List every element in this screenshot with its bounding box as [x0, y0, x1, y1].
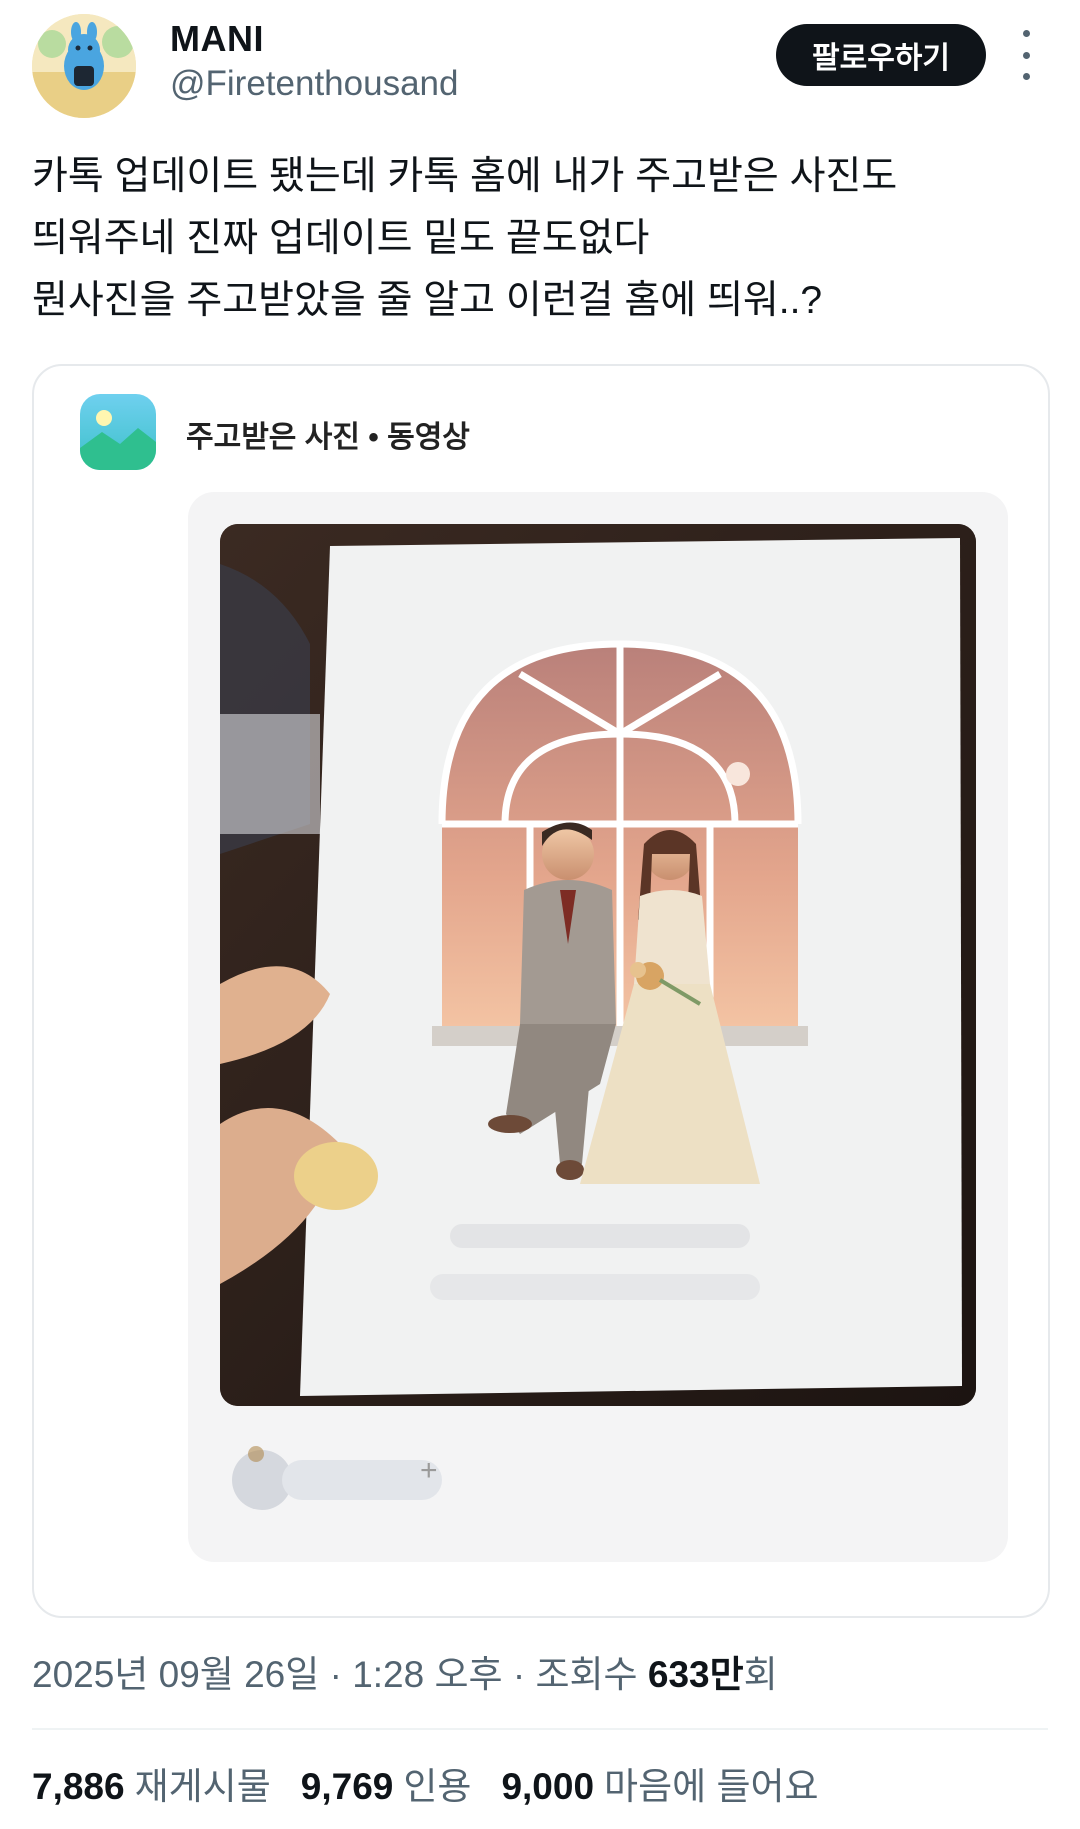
meta-separator: · — [319, 1654, 353, 1695]
sender-plus-text: + — [420, 1454, 438, 1487]
photo-message-bubble[interactable]: + — [188, 492, 1008, 1562]
tweet-time[interactable]: 1:28 오후 — [352, 1654, 502, 1695]
likes-label: 마음에 들어요 — [604, 1766, 819, 1807]
avatar[interactable] — [32, 14, 136, 118]
gallery-app-icon — [80, 394, 156, 470]
views-count: 633만 — [647, 1654, 744, 1695]
meta-separator: · — [502, 1654, 536, 1695]
views-prefix: 조회수 — [535, 1654, 648, 1695]
card-title: 주고받은 사진 • 동영상 — [186, 421, 470, 454]
likes-stat[interactable]: 9,000 마음에 들어요 — [501, 1756, 818, 1810]
quotes-count: 9,769 — [300, 1766, 394, 1807]
likes-count: 9,000 — [501, 1766, 595, 1807]
media-card[interactable]: 주고받은 사진 • 동영상 + — [32, 364, 1050, 1618]
more-vertical-icon[interactable] — [1012, 30, 1040, 80]
reposts-stat[interactable]: 7,886 재게시물 — [32, 1756, 271, 1810]
author-handle[interactable]: @Firetenthousand — [170, 64, 458, 104]
reposts-count: 7,886 — [32, 1766, 125, 1807]
cartoon-avatar-icon — [32, 14, 136, 118]
views-suffix: 회 — [743, 1654, 778, 1695]
tweet-line: 카톡 업데이트 됐는데 카톡 홈에 내가 주고받은 사진도 — [32, 155, 898, 198]
tweet-text: 카톡 업데이트 됐는데 카톡 홈에 내가 주고받은 사진도 띄워주네 진짜 업데… — [32, 146, 1042, 332]
tweet-line: 띄워주네 진짜 업데이트 밑도 끝도없다 — [32, 217, 650, 260]
quotes-label: 인용 — [403, 1766, 472, 1807]
tweet-date[interactable]: 2025년 09월 26일 — [32, 1654, 319, 1695]
wedding-illustration-photo[interactable] — [220, 524, 976, 1406]
divider — [32, 1728, 1048, 1730]
quotes-stat[interactable]: 9,769 인용 — [301, 1756, 472, 1810]
sender-info-blurred — [222, 1440, 452, 1520]
author-display-name[interactable]: MANI — [170, 18, 264, 60]
reposts-label: 재게시물 — [134, 1766, 271, 1807]
follow-button[interactable]: 팔로우하기 — [776, 24, 986, 86]
tweet-line: 뭔사진을 주고받았을 줄 알고 이런걸 홈에 띄워..? — [32, 279, 823, 322]
engagement-stats: 7,886 재게시물 9,769 인용 9,000 마음에 들어요 — [32, 1756, 819, 1810]
tweet-meta: 2025년 09월 26일 · 1:28 오후 · 조회수 633만회 — [32, 1644, 778, 1698]
